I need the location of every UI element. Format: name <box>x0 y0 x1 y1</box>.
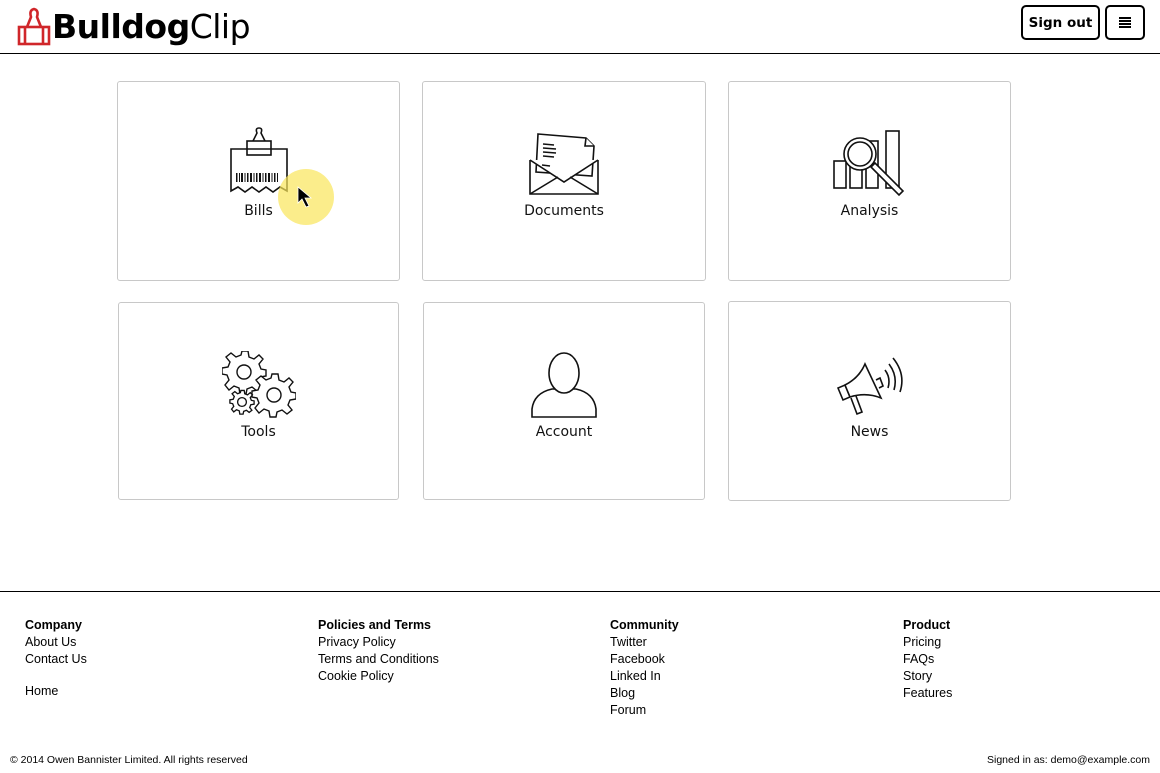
footer-column-community: Community Twitter Facebook Linked In Blo… <box>610 617 679 719</box>
bar-chart-magnifier-icon <box>832 130 904 197</box>
tile-bills[interactable]: Bills <box>117 81 400 281</box>
tile-label: Analysis <box>840 203 899 219</box>
logo-text-bold: Bulldog <box>52 7 190 46</box>
sign-out-button[interactable]: Sign out <box>1021 5 1100 40</box>
tile-label: News <box>850 424 889 440</box>
footer-link-privacy-policy[interactable]: Privacy Policy <box>318 634 439 651</box>
footer-link-blog[interactable]: Blog <box>610 685 679 702</box>
footer-link-linked-in[interactable]: Linked In <box>610 668 679 685</box>
footer-link-features[interactable]: Features <box>903 685 952 702</box>
footer-heading: Community <box>610 618 679 632</box>
user-icon <box>531 352 597 418</box>
footer-heading: Policies and Terms <box>318 618 432 632</box>
tile-label: Bills <box>244 203 273 219</box>
tile-analysis[interactable]: Analysis <box>728 81 1011 281</box>
footer-link-home[interactable]: Home <box>25 683 87 700</box>
menu-button[interactable] <box>1105 5 1145 40</box>
bill-receipt-icon <box>229 127 288 193</box>
footer-link-about-us[interactable]: About Us <box>25 634 87 651</box>
footer-column-product: Product Pricing FAQs Story Features <box>903 617 952 702</box>
footer-link-forum[interactable]: Forum <box>610 702 679 719</box>
logo-text-light: Clip <box>189 7 251 46</box>
footer-link-story[interactable]: Story <box>903 668 952 685</box>
tile-label: Account <box>535 424 593 440</box>
megaphone-icon <box>836 357 903 416</box>
hamburger-menu-icon <box>1119 17 1131 28</box>
tile-news[interactable]: News <box>728 301 1011 501</box>
logo[interactable]: BulldogClip <box>17 5 251 47</box>
footer-link-facebook[interactable]: Facebook <box>610 651 679 668</box>
footer-heading: Company <box>25 618 82 632</box>
footer-link-faqs[interactable]: FAQs <box>903 651 952 668</box>
footer-link-twitter[interactable]: Twitter <box>610 634 679 651</box>
footer-link-cookie-policy[interactable]: Cookie Policy <box>318 668 439 685</box>
envelope-document-icon <box>529 133 599 195</box>
tile-tools[interactable]: Tools <box>118 302 399 500</box>
tile-account[interactable]: Account <box>423 302 705 500</box>
tile-label: Documents <box>524 203 604 219</box>
gears-icon <box>221 351 296 418</box>
header: BulldogClip Sign out <box>0 0 1160 54</box>
footer-heading: Product <box>903 618 951 632</box>
footer-link-pricing[interactable]: Pricing <box>903 634 952 651</box>
footer-link-contact-us[interactable]: Contact Us <box>25 651 87 668</box>
footer-column-company: Company About Us Contact Us Home <box>25 617 87 700</box>
copyright-text: © 2014 Owen Bannister Limited. All right… <box>10 754 248 766</box>
signed-in-status: Signed in as: demo@example.com <box>987 754 1150 766</box>
footer-column-policies: Policies and Terms Privacy Policy Terms … <box>318 617 439 685</box>
tile-label: Tools <box>241 424 276 440</box>
footer-divider <box>0 591 1160 592</box>
bulldog-clip-logo-icon <box>17 7 51 46</box>
footer-link-terms-and-conditions[interactable]: Terms and Conditions <box>318 651 439 668</box>
tile-documents[interactable]: Documents <box>422 81 706 281</box>
